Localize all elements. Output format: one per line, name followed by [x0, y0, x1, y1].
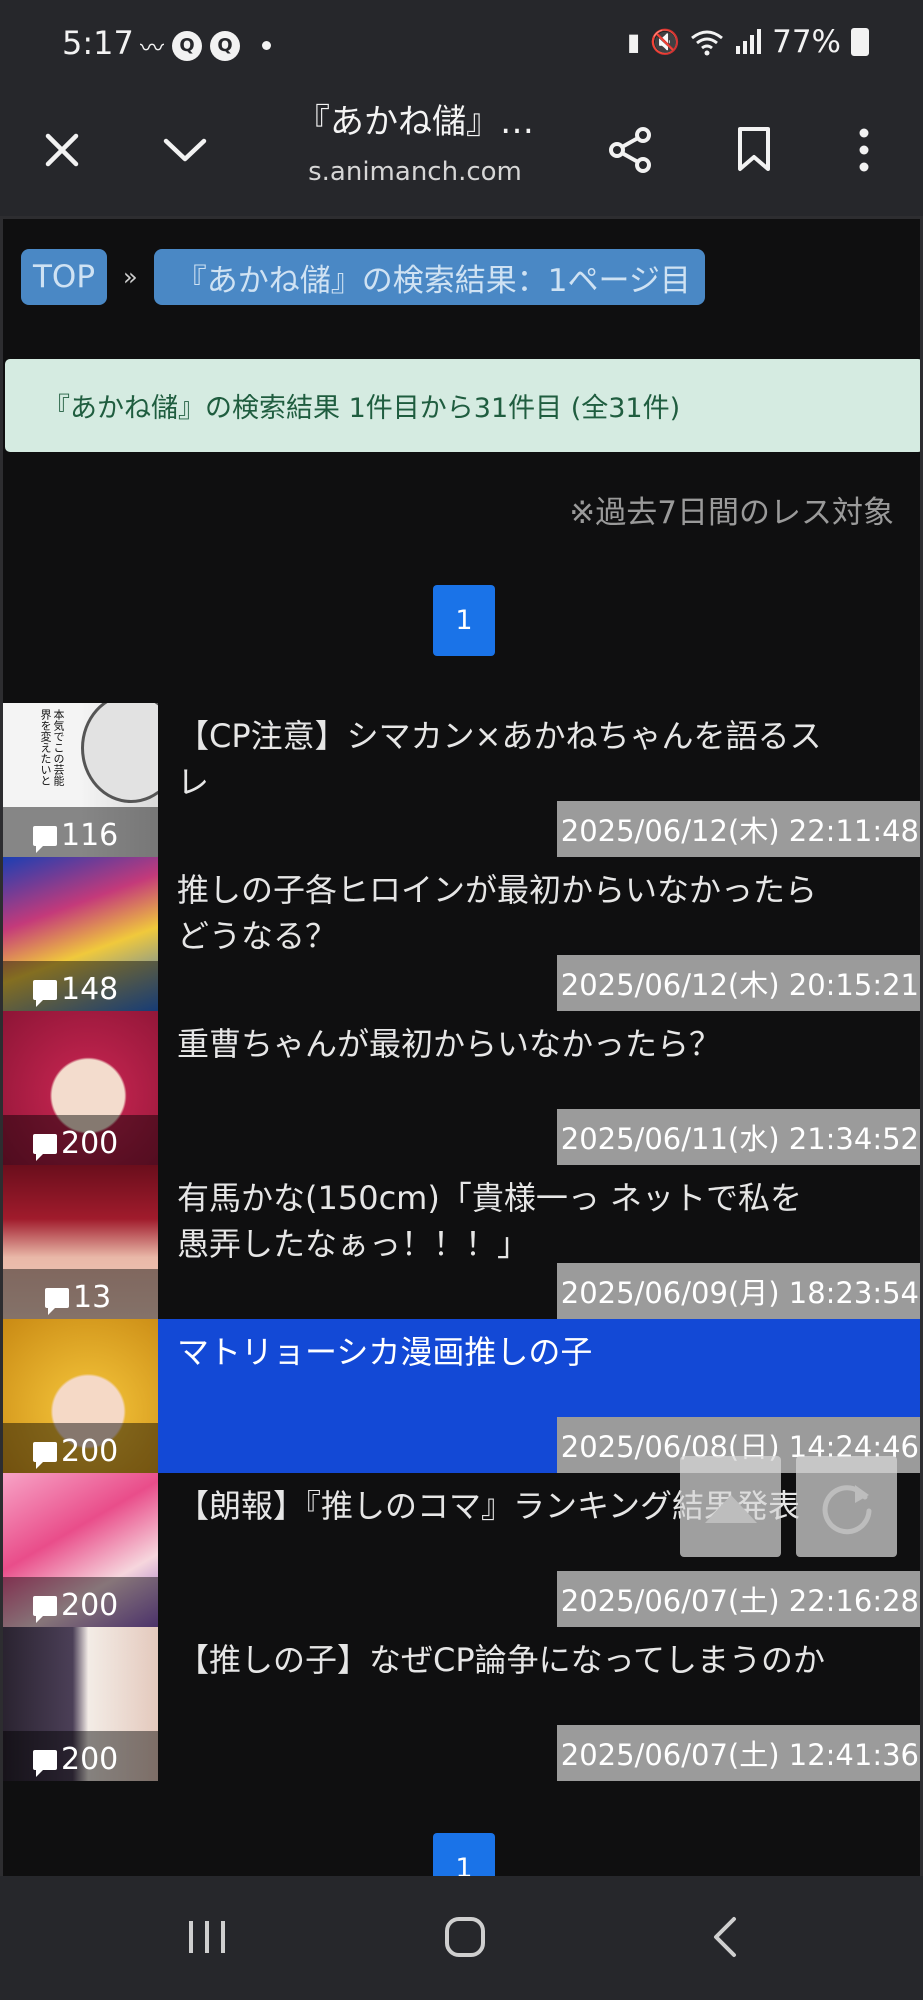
thread-row[interactable]: 13 有馬かな(150cm)「貴様一っ ネットで私を愚弄したなぁっ！！！」 20… — [3, 1165, 920, 1319]
cell-signal-icon — [736, 29, 762, 54]
thread-date: 2025/06/12(木) 20:15:21 — [556, 955, 920, 1011]
browser-title-area[interactable]: 『あかね儲』… s.animanch.com — [250, 94, 580, 187]
reply-count: 200 — [33, 1434, 118, 1469]
more-vertical-icon — [859, 128, 869, 172]
manga-face — [81, 703, 158, 803]
search-result-summary: 『あかね儲』の検索結果 1件目から31件目 (全31件) — [5, 359, 920, 452]
notification-dot-icon — [262, 41, 271, 50]
search-app-icon: Q — [210, 30, 240, 61]
thread-title[interactable]: 重曹ちゃんが最初からいなかったら？ — [177, 1021, 827, 1067]
thread-row[interactable]: 本気でこの芸能界を変えたいと 116 【CP注意】シマカン×あかねちゃんを語るス… — [3, 703, 920, 857]
reply-count: 200 — [33, 1126, 118, 1161]
thread-row[interactable]: 200 【推しの子】なぜCP論争になってしまうのか 2025/06/07(土) … — [3, 1627, 920, 1781]
thread-thumbnail: 148 — [3, 857, 158, 1011]
page-url: s.animanch.com — [308, 157, 522, 187]
reply-count-value: 13 — [73, 1280, 112, 1315]
thread-date: 2025/06/12(木) 22:11:48 — [556, 801, 920, 857]
breadcrumb-current[interactable]: 『あかね儲』の検索結果：1ページ目 — [153, 249, 705, 305]
status-right: ▮ 🔇 77% — [627, 24, 869, 60]
chevron-down-icon — [163, 138, 207, 162]
thread-title[interactable]: 推しの子各ヒロインが最初からいなかったらどうなる？ — [177, 867, 827, 959]
thread-title[interactable]: 【CP注意】シマカン×あかねちゃんを語るスレ — [177, 713, 827, 805]
share-button[interactable] — [590, 110, 670, 190]
home-icon — [445, 1917, 485, 1957]
web-page: TOP » 『あかね儲』の検索結果：1ページ目 『あかね儲』の検索結果 1件目か… — [0, 216, 923, 1876]
close-button[interactable] — [22, 110, 102, 190]
thread-thumbnail: 13 — [3, 1165, 158, 1319]
reply-count-value: 200 — [61, 1126, 119, 1161]
status-left-icons: 〰 Q Q — [140, 28, 271, 63]
comment-icon — [33, 1133, 57, 1161]
comment-icon — [33, 1595, 57, 1623]
bookmark-button[interactable] — [714, 110, 794, 190]
comment-icon — [33, 1749, 57, 1777]
back-button[interactable] — [680, 1902, 770, 1972]
thread-row[interactable]: 148 推しの子各ヒロインが最初からいなかったらどうなる？ 2025/06/12… — [3, 857, 920, 1011]
close-icon — [45, 133, 79, 167]
search-scope-note: ※過去7日間のレス対象 — [569, 495, 894, 531]
thread-thumbnail: 200 — [3, 1319, 158, 1473]
thread-date: 2025/06/07(土) 22:16:28 — [556, 1571, 920, 1627]
status-bar: 5:17 〰 Q Q ▮ 🔇 77% — [0, 0, 923, 88]
breadcrumb-top-link[interactable]: TOP — [21, 249, 108, 305]
share-icon — [609, 127, 651, 173]
thread-row-selected[interactable]: 200 マトリョーシカ漫画推しの子 2025/06/08(日) 14:24:46 — [3, 1319, 920, 1473]
thread-thumbnail: 200 — [3, 1011, 158, 1165]
thread-row[interactable]: 200 重曹ちゃんが最初からいなかったら？ 2025/06/11(水) 21:3… — [3, 1011, 920, 1165]
thread-thumbnail: 200 — [3, 1473, 158, 1627]
battery-saver-icon: ▮ — [626, 28, 641, 56]
reply-count: 200 — [33, 1742, 118, 1777]
comment-icon — [33, 979, 57, 1007]
reply-count: 13 — [45, 1280, 111, 1315]
reload-icon — [822, 1484, 871, 1534]
comment-icon — [33, 825, 57, 853]
reply-count-value: 200 — [61, 1434, 119, 1469]
page-title: 『あかね儲』… — [296, 102, 534, 142]
recent-apps-button[interactable] — [162, 1902, 252, 1972]
breadcrumb: TOP » 『あかね儲』の検索結果：1ページ目 — [21, 249, 705, 305]
home-button[interactable] — [420, 1902, 510, 1972]
more-options-button[interactable] — [824, 110, 904, 190]
browser-toolbar: 『あかね儲』… s.animanch.com — [0, 88, 923, 216]
scroll-top-button[interactable] — [680, 1456, 781, 1557]
reply-count: 148 — [33, 972, 118, 1007]
thread-date: 2025/06/07(土) 12:41:36 — [556, 1725, 920, 1781]
battery-level: 77% — [772, 24, 841, 60]
thread-title[interactable]: 【推しの子】なぜCP論争になってしまうのか — [177, 1637, 827, 1683]
status-time: 5:17 — [62, 24, 134, 62]
thread-date: 2025/06/11(水) 21:34:52 — [556, 1109, 920, 1165]
wifi-icon — [691, 30, 724, 56]
reply-count-value: 116 — [61, 818, 119, 853]
thread-thumbnail: 200 — [3, 1627, 158, 1781]
comment-icon — [45, 1287, 69, 1315]
comment-icon — [33, 1441, 57, 1469]
recent-apps-icon — [189, 1921, 225, 1953]
thread-thumbnail: 本気でこの芸能界を変えたいと 116 — [3, 703, 158, 857]
pager-page-button-bottom[interactable]: 1 — [433, 1833, 495, 1876]
thread-title[interactable]: マトリョーシカ漫画推しの子 — [177, 1329, 827, 1375]
system-nav-bar — [0, 1876, 923, 2000]
reload-button[interactable] — [796, 1456, 897, 1557]
bookmark-icon — [738, 127, 770, 171]
pager-page-button[interactable]: 1 — [433, 585, 495, 656]
reply-count: 116 — [33, 818, 118, 853]
reply-count-value: 200 — [61, 1588, 119, 1623]
search-app-icon: Q — [172, 30, 202, 61]
thread-title[interactable]: 有馬かな(150cm)「貴様一っ ネットで私を愚弄したなぁっ！！！」 — [177, 1175, 827, 1267]
signal-wave-icon: 〰 — [140, 34, 164, 62]
thread-date: 2025/06/09(月) 18:23:54 — [556, 1263, 920, 1319]
breadcrumb-separator: » — [123, 263, 138, 291]
scroll-top-icon — [704, 1494, 757, 1523]
battery-icon — [851, 28, 869, 56]
collapse-button[interactable] — [145, 110, 225, 190]
thumbnail-text: 本気でこの芸能界を変えたいと — [39, 709, 65, 786]
back-icon — [714, 1917, 736, 1957]
reply-count: 200 — [33, 1588, 118, 1623]
thread-row[interactable]: 200 【朗報】『推しのコマ』ランキング結果発表 2025/06/07(土) 2… — [3, 1473, 920, 1627]
mute-icon: 🔇 — [650, 28, 681, 56]
reply-count-value: 200 — [61, 1742, 119, 1777]
reply-count-value: 148 — [61, 972, 119, 1007]
